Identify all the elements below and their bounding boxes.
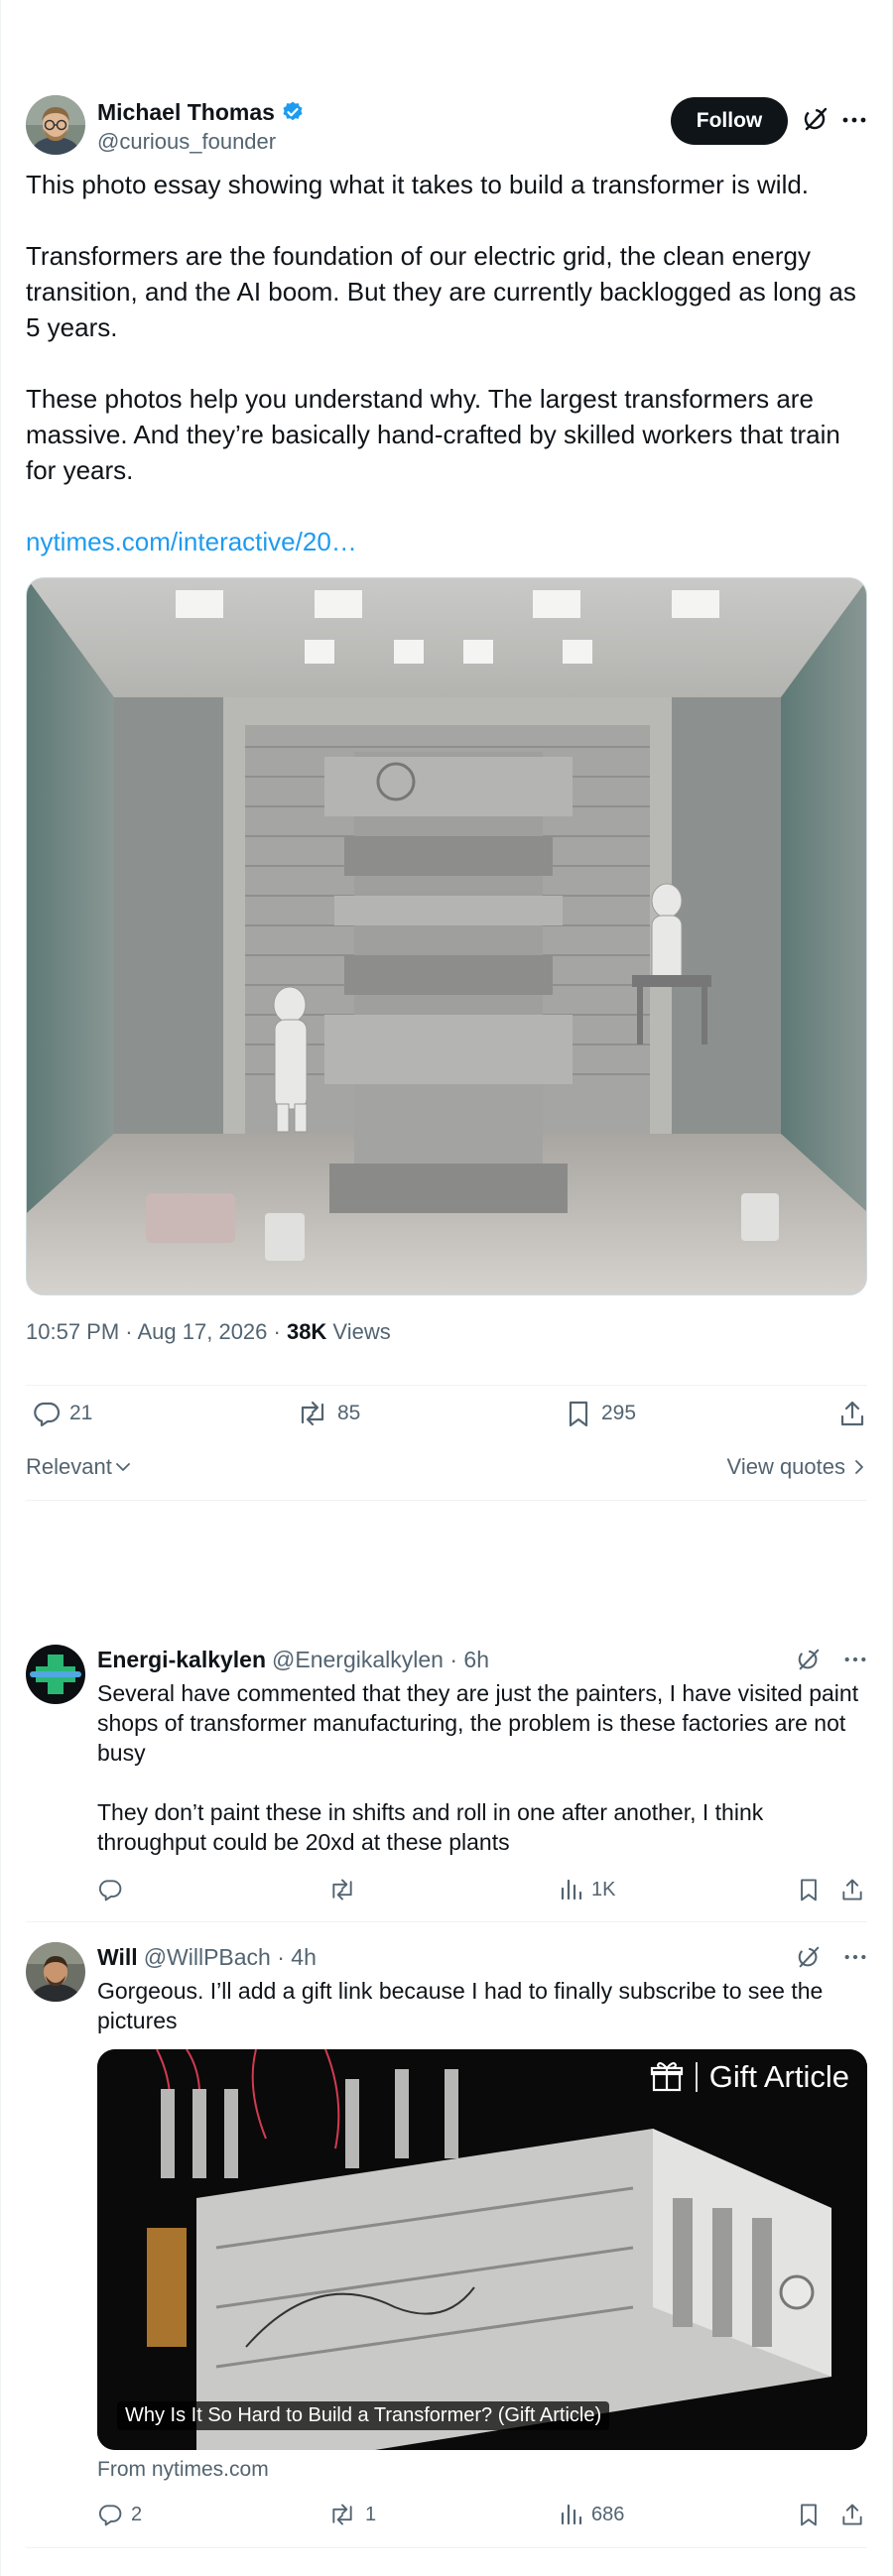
reply-author-handle[interactable]: @WillPBach · 4h: [144, 1944, 317, 1971]
link-preview-card[interactable]: Gift Article Why Is It So Hard to Build …: [97, 2049, 867, 2450]
gift-icon: [650, 2060, 684, 2094]
grok-icon[interactable]: [796, 1944, 822, 1970]
reply-text: Gorgeous. I’ll add a gift link because I…: [97, 1976, 867, 2035]
views-button[interactable]: 1K: [560, 1877, 615, 1902]
reply-paragraph: They don’t paint these in shifts and rol…: [97, 1799, 764, 1855]
analytics-icon: [560, 1877, 583, 1902]
grok-icon[interactable]: [796, 1647, 822, 1672]
divider: [26, 1500, 867, 1501]
bookmark-count: 295: [601, 1402, 637, 1424]
share-icon: [837, 1399, 867, 1428]
reply-button[interactable]: 21: [32, 1399, 92, 1428]
post-actions: 21 85 295: [26, 1399, 867, 1444]
author-name[interactable]: Michael Thomas: [97, 99, 275, 126]
views-label: Views: [326, 1319, 391, 1344]
gift-article-badge: Gift Article: [650, 2059, 849, 2095]
grok-icon[interactable]: [802, 105, 829, 133]
card-source[interactable]: From nytimes.com: [97, 2458, 867, 2482]
reply-text: Several have commented that they are jus…: [97, 1678, 867, 1857]
views-count: 1K: [591, 1878, 616, 1901]
repost-icon: [327, 1877, 357, 1902]
chevron-right-icon: [851, 1458, 867, 1476]
post-photo[interactable]: [26, 577, 867, 1295]
avatar[interactable]: [26, 1942, 85, 2002]
transformer-photo-image: [27, 578, 866, 1294]
avatar[interactable]: [26, 1645, 85, 1704]
divider: [26, 2547, 867, 2548]
post-timestamp[interactable]: 10:57 PM · Aug 17, 2026 ·: [26, 1319, 287, 1344]
relevance-dropdown[interactable]: Relevant: [26, 1454, 132, 1480]
share-icon: [839, 1877, 865, 1902]
gift-article-label: Gift Article: [708, 2059, 849, 2094]
more-options-icon[interactable]: [841, 107, 867, 133]
views-count: 38K: [286, 1319, 327, 1344]
reply-count: 2: [131, 2503, 143, 2525]
reply-icon: [32, 1399, 62, 1428]
author-handle[interactable]: @curious_founder: [97, 129, 305, 155]
reply-author-name[interactable]: Energi-kalkylen: [97, 1647, 266, 1673]
post-meta: 10:57 PM · Aug 17, 2026 · 38K Views: [26, 1319, 867, 1349]
reply-paragraph: Gorgeous. I’ll add a gift link because I…: [97, 1978, 824, 2033]
repost-button[interactable]: 85: [296, 1399, 360, 1428]
analytics-icon: [560, 2502, 583, 2527]
view-quotes-link[interactable]: View quotes: [727, 1454, 867, 1480]
reply-author-handle[interactable]: @Energikalkylen · 6h: [272, 1647, 489, 1673]
reply-item[interactable]: Will @WillPBach · 4h Gorgeous. I’ll add …: [26, 1942, 867, 2537]
relevance-label: Relevant: [26, 1454, 112, 1479]
share-button[interactable]: [839, 1877, 865, 1902]
main-post: Michael Thomas @curious_founder Follow T…: [26, 95, 867, 1349]
reply-icon: [97, 2502, 123, 2527]
article-link[interactable]: nytimes.com/interactive/20…: [26, 527, 357, 556]
divider: [26, 1921, 867, 1922]
repost-button[interactable]: [327, 1877, 365, 1902]
reply-actions: 1K: [97, 1877, 867, 1908]
share-button[interactable]: [839, 2502, 865, 2527]
bookmark-button[interactable]: [796, 2502, 822, 2527]
reply-actions: 2 1 686: [97, 2502, 867, 2533]
share-button[interactable]: [837, 1399, 867, 1428]
views-count: 686: [591, 2503, 625, 2525]
post-paragraph: This photo essay showing what it takes t…: [26, 170, 810, 199]
bookmark-icon: [796, 1877, 822, 1902]
replies-sort-bar: Relevant View quotes: [26, 1454, 867, 1484]
reply-count: 21: [69, 1402, 93, 1424]
share-icon: [839, 2502, 865, 2527]
repost-count: 1: [365, 2503, 377, 2525]
bookmark-button[interactable]: 295: [564, 1399, 636, 1428]
view-quotes-label: View quotes: [726, 1454, 845, 1479]
repost-icon: [296, 1399, 329, 1428]
repost-icon: [327, 2502, 357, 2527]
more-options-icon[interactable]: [843, 1648, 867, 1671]
avatar[interactable]: [26, 95, 85, 155]
follow-button[interactable]: Follow: [671, 97, 788, 145]
verified-badge-icon: [281, 100, 305, 124]
card-caption: Why Is It So Hard to Build a Transformer…: [117, 2401, 610, 2430]
post-text: This photo essay showing what it takes t…: [26, 167, 867, 488]
reply-item[interactable]: Energi-kalkylen @Energikalkylen · 6h Sev…: [26, 1645, 867, 1912]
reply-button[interactable]: 2: [97, 2502, 142, 2527]
reply-author-name[interactable]: Will: [97, 1944, 138, 1971]
repost-count: 85: [337, 1402, 361, 1424]
repost-button[interactable]: 1: [327, 2502, 376, 2527]
views-button[interactable]: 686: [560, 2502, 624, 2527]
chevron-down-icon: [114, 1458, 132, 1476]
article-preview-image: [97, 2049, 867, 2450]
bookmark-icon: [564, 1399, 593, 1428]
divider: [26, 1385, 867, 1386]
post-paragraph: These photos help you understand why. Th…: [26, 384, 840, 485]
reply-icon: [97, 1877, 123, 1902]
reply-paragraph: Several have commented that they are jus…: [97, 1680, 859, 1766]
author-info: Michael Thomas @curious_founder: [97, 97, 305, 155]
post-paragraph: Transformers are the foundation of our e…: [26, 241, 856, 342]
reply-button[interactable]: [97, 1877, 131, 1902]
more-options-icon[interactable]: [843, 1945, 867, 1969]
bookmark-button[interactable]: [796, 1877, 822, 1902]
post-header: Michael Thomas @curious_founder Follow: [26, 95, 867, 159]
bookmark-icon: [796, 2502, 822, 2527]
